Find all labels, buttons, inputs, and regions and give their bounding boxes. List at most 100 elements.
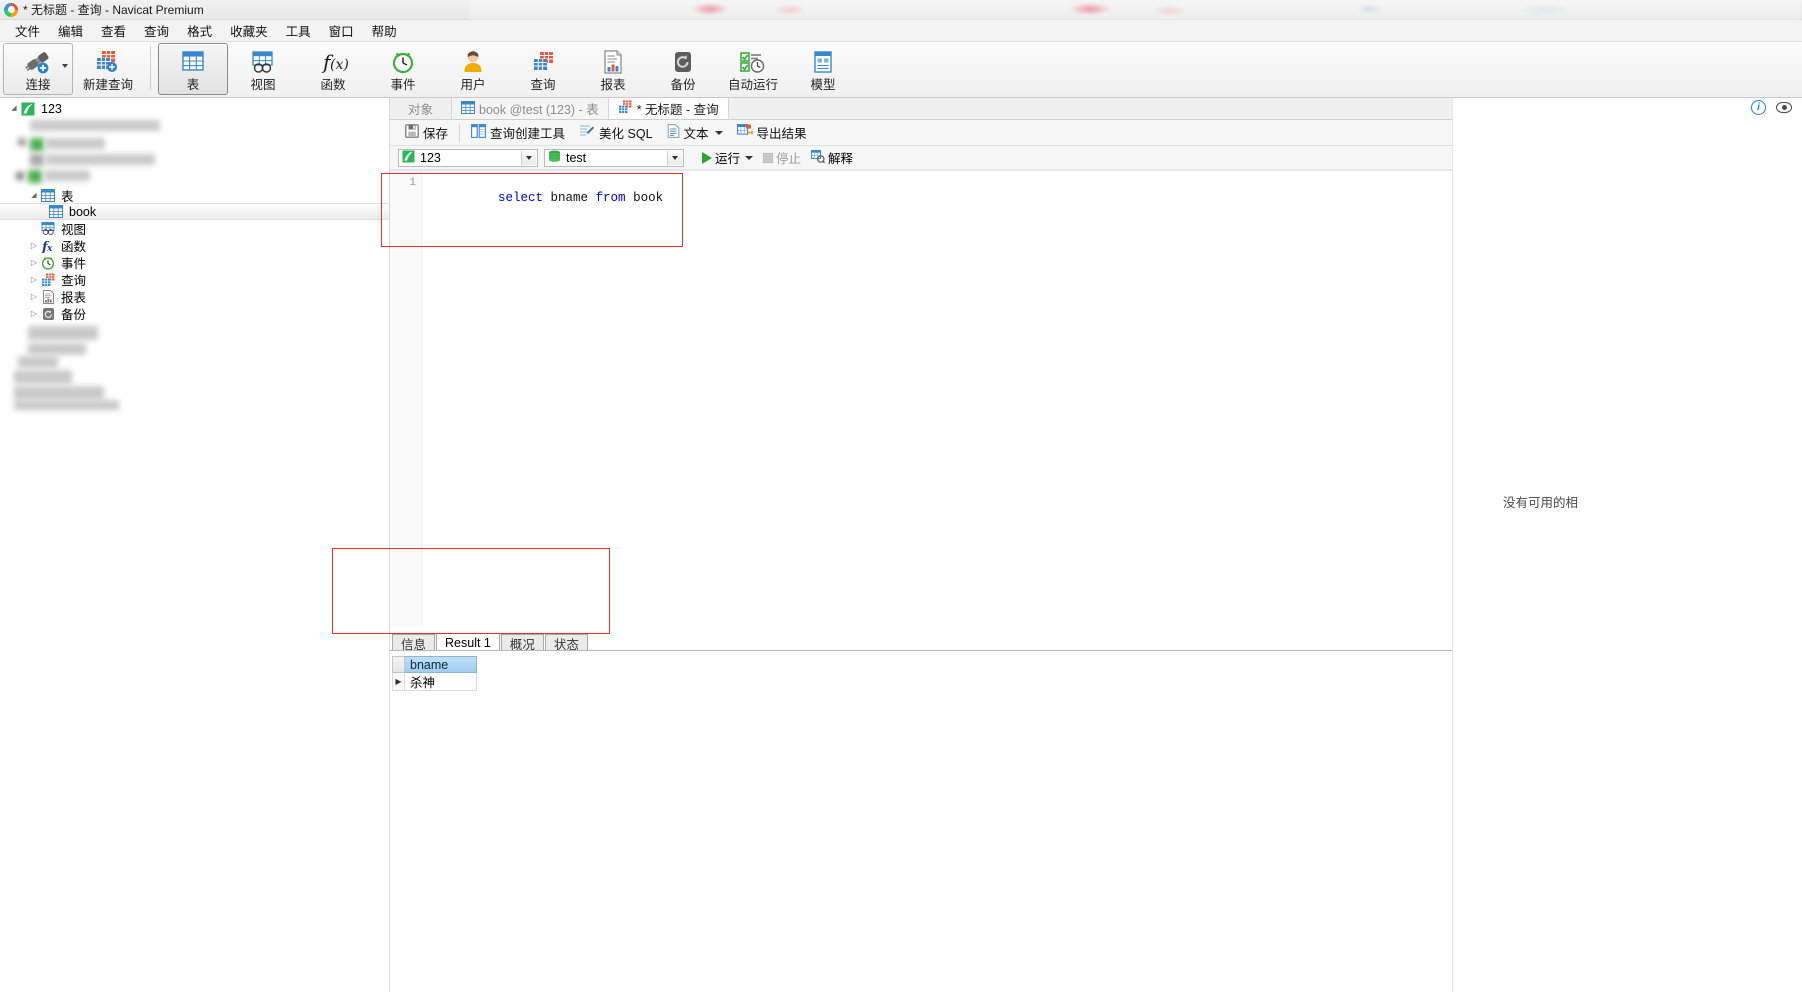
toolbar-backup[interactable]: 备份 xyxy=(648,43,718,95)
toolbar-automation[interactable]: 自动运行 xyxy=(718,43,788,95)
menu-window[interactable]: 窗口 xyxy=(320,19,363,42)
toolbar-new-query-label: 新建查询 xyxy=(82,78,133,92)
toolbar-query[interactable]: 查询 xyxy=(508,43,578,95)
database-select-arrow[interactable] xyxy=(667,150,682,165)
connection-select-arrow[interactable] xyxy=(521,150,536,165)
chevron-collapsed-icon[interactable] xyxy=(28,241,40,250)
menu-file[interactable]: 文件 xyxy=(6,19,49,42)
object-tree-panel[interactable]: 123 表 xyxy=(0,98,390,992)
result-tab-result1[interactable]: Result 1 xyxy=(436,633,500,651)
connection-node-icon xyxy=(402,150,415,166)
sql-token-identifier-book: book xyxy=(633,191,664,205)
result-grid-header: bname xyxy=(392,656,477,673)
run-button[interactable]: 运行 xyxy=(698,147,757,168)
report-icon xyxy=(40,289,56,305)
stop-button[interactable]: 停止 xyxy=(759,147,805,168)
tree-redacted-node-10 xyxy=(14,400,119,410)
menu-favorites[interactable]: 收藏夹 xyxy=(221,19,277,42)
backup-icon xyxy=(671,47,695,77)
table-icon xyxy=(180,47,206,77)
chevron-collapsed-icon[interactable] xyxy=(28,258,40,267)
tree-root-connection[interactable]: 123 xyxy=(0,100,389,117)
chevron-expanded-icon[interactable] xyxy=(8,104,20,113)
toolbar-new-query[interactable]: 新建查询 xyxy=(73,43,143,95)
chevron-expanded-icon[interactable] xyxy=(28,191,40,200)
result-tab-status[interactable]: 状态 xyxy=(544,634,588,652)
tree-redacted-node-2 xyxy=(45,138,105,149)
tree-item-events[interactable]: 事件 xyxy=(0,254,86,271)
toolbar-user[interactable]: 用户 xyxy=(438,43,508,95)
table-row[interactable]: ▶ 杀神 xyxy=(392,673,477,691)
objects-tab[interactable]: 对象 xyxy=(390,98,452,119)
view-icon xyxy=(249,47,277,77)
tree-item-views[interactable]: 视图 xyxy=(0,220,86,237)
query-builder-button[interactable]: 查询创建工具 xyxy=(464,121,572,144)
toolbar-function[interactable]: f (x) 函数 xyxy=(298,43,368,95)
chevron-down-icon[interactable] xyxy=(745,155,754,160)
beautify-sql-button[interactable]: 美化 SQL xyxy=(572,121,660,144)
grid-column-header-bname[interactable]: bname xyxy=(405,656,477,673)
function-icon: f x xyxy=(40,238,56,254)
sql-code-line[interactable]: select bname from book xyxy=(438,177,663,219)
toolbar-separator xyxy=(150,46,151,90)
explain-label: 解释 xyxy=(828,152,854,166)
automation-icon xyxy=(738,47,768,77)
grid-corner-cell[interactable] xyxy=(392,656,405,673)
tree-redacted-twist-2[interactable] xyxy=(16,172,24,180)
result-tab-info[interactable]: 信息 xyxy=(392,634,436,652)
doc-tab-book[interactable]: book @test (123) - 表 xyxy=(452,98,609,119)
tree-root-label: 123 xyxy=(41,101,62,116)
event-clock-icon xyxy=(40,255,56,271)
doc-tab-query[interactable]: * 无标题 - 查询 xyxy=(608,98,729,119)
chevron-down-icon[interactable] xyxy=(62,64,68,68)
database-select[interactable]: test xyxy=(544,148,684,167)
toolbar-report[interactable]: 报表 xyxy=(578,43,648,95)
menu-view[interactable]: 查看 xyxy=(92,19,135,42)
text-format-button[interactable]: 文本 xyxy=(660,121,730,144)
explain-button[interactable]: 解释 xyxy=(807,147,857,168)
eye-icon[interactable] xyxy=(1776,102,1792,113)
tree-item-book[interactable]: book xyxy=(0,203,389,220)
menu-query[interactable]: 查询 xyxy=(135,19,178,42)
tree-item-functions[interactable]: f x 函数 xyxy=(0,237,87,255)
menu-tools[interactable]: 工具 xyxy=(277,19,320,42)
toolbar-model[interactable]: 模型 xyxy=(788,43,858,95)
sql-editor[interactable]: 1 select bname from book xyxy=(390,170,1452,626)
info-panel-empty-note: 没有可用的相 xyxy=(1503,496,1579,510)
tree-item-reports[interactable]: 报表 xyxy=(0,288,86,305)
info-circle-icon[interactable]: i xyxy=(1751,100,1766,115)
query-icon xyxy=(529,47,557,77)
toolbar-connection[interactable]: 连接 xyxy=(3,43,73,95)
result-grid[interactable]: bname ▶ 杀神 xyxy=(392,656,477,691)
menu-format[interactable]: 格式 xyxy=(178,19,221,42)
navicat-logo-icon xyxy=(4,2,18,17)
result-tab-profile[interactable]: 概况 xyxy=(500,634,544,652)
toolbar-view-label: 视图 xyxy=(250,78,276,92)
user-icon xyxy=(460,47,486,77)
tree-item-backups[interactable]: 备份 xyxy=(0,305,86,322)
toolbar-table[interactable]: 表 xyxy=(158,43,228,95)
doc-tab-query-label: * 无标题 - 查询 xyxy=(636,102,719,117)
tree-item-tables[interactable]: 表 xyxy=(0,187,74,204)
title-bar-blurred-region xyxy=(470,0,1800,20)
chevron-down-icon[interactable] xyxy=(714,130,723,135)
toolbar-automation-label: 自动运行 xyxy=(727,78,778,92)
menu-help[interactable]: 帮助 xyxy=(363,19,406,42)
tree-redacted-twist-1[interactable] xyxy=(18,138,26,146)
tree-redacted-icon-1 xyxy=(30,138,44,151)
chevron-collapsed-icon[interactable] xyxy=(28,275,40,284)
save-button[interactable]: 保存 xyxy=(398,121,455,144)
toolbar-view[interactable]: 视图 xyxy=(228,43,298,95)
grid-cell-bname[interactable]: 杀神 xyxy=(405,673,477,691)
table-icon xyxy=(461,100,475,117)
connection-select[interactable]: 123 xyxy=(398,148,538,167)
toolbar-event[interactable]: 事件 xyxy=(368,43,438,95)
export-result-button[interactable]: 导出结果 xyxy=(730,121,814,144)
chevron-collapsed-icon[interactable] xyxy=(28,309,40,318)
chevron-collapsed-icon[interactable] xyxy=(28,292,40,301)
tree-item-queries[interactable]: 查询 xyxy=(0,271,86,288)
play-icon xyxy=(702,151,712,164)
navicat-window: * 无标题 - 查询 - Navicat Premium 文件 编辑 查看 查询… xyxy=(0,0,1802,992)
menu-edit[interactable]: 编辑 xyxy=(49,19,92,42)
beautify-sql-icon xyxy=(579,124,595,141)
